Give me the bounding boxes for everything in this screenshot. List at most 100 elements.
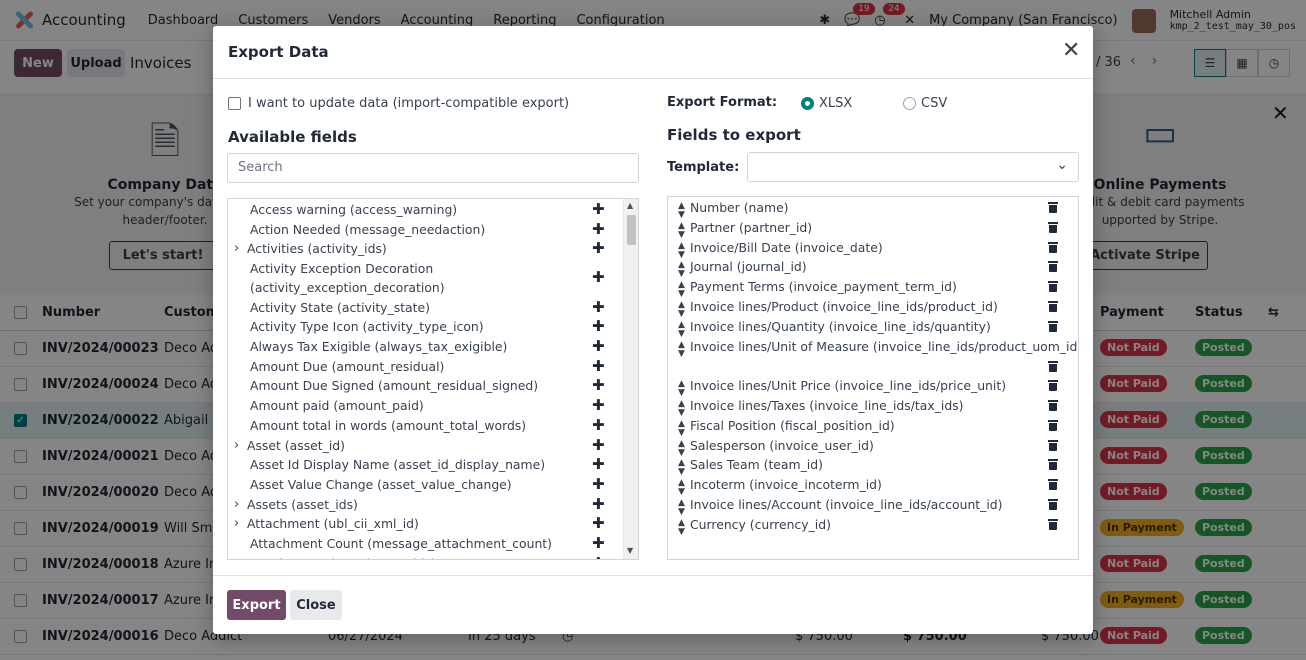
search-input[interactable]: Search bbox=[227, 153, 639, 183]
add-field-icon[interactable]: ✚ bbox=[592, 396, 605, 415]
trash-icon[interactable] bbox=[1048, 260, 1058, 273]
field-label: Amount Due Signed (amount_residual_signe… bbox=[250, 378, 539, 394]
trash-icon[interactable] bbox=[1048, 379, 1058, 392]
trash-icon[interactable] bbox=[1048, 360, 1058, 372]
export-field-label: Currency (currency_id) bbox=[690, 516, 831, 532]
fields-to-export-list: ▲ ▼ Number (name) ▲ ▼ Partner (partner_id) ▲ ▼ I… bbox=[667, 196, 1079, 560]
export-field-label: Partner (partner_id) bbox=[690, 219, 813, 235]
trash-icon[interactable] bbox=[1048, 498, 1058, 510]
close-button[interactable]: Close bbox=[290, 590, 342, 620]
import-compatible-checkbox[interactable] bbox=[228, 97, 241, 110]
import-compatible-label: I want to update data (import-compatible… bbox=[248, 96, 570, 111]
field-label-line-2: (activity_exception_decoration) bbox=[250, 280, 445, 296]
fields-to-export-title: Fields to export bbox=[667, 126, 801, 144]
field-label: Access warning (access_warning) bbox=[250, 202, 458, 217]
chevron-right-icon[interactable]: › bbox=[234, 514, 239, 533]
scrollbar-thumb[interactable] bbox=[627, 215, 636, 245]
export-field-label: Invoice lines/Quantity (invoice_line_ids… bbox=[690, 318, 991, 334]
trash-icon[interactable] bbox=[1048, 201, 1058, 213]
export-format-label: Export Format: bbox=[667, 95, 778, 110]
trash-icon[interactable] bbox=[1048, 458, 1058, 471]
add-field-icon[interactable]: ✚ bbox=[592, 200, 605, 219]
field-label: Amount total in words (amount_total_word… bbox=[250, 417, 527, 433]
export-field-label: Invoice lines/Taxes (invoice_line_ids/ta… bbox=[690, 398, 964, 413]
sort-handle-icon[interactable]: ▲ ▼ bbox=[678, 221, 685, 240]
field-label: Activity Type Icon (activity_type_icon) bbox=[250, 319, 484, 335]
trash-icon[interactable] bbox=[1048, 478, 1058, 491]
sort-handle-icon[interactable]: ▲ ▼ bbox=[678, 340, 685, 359]
sort-handle-icon[interactable]: ▲ ▼ bbox=[678, 241, 685, 260]
trash-icon[interactable] bbox=[1048, 320, 1058, 332]
export-field-label: Journal (journal_id) bbox=[690, 259, 807, 275]
scroll-up-icon[interactable]: ▲ bbox=[627, 201, 633, 210]
radio-unselected-icon[interactable] bbox=[903, 97, 916, 110]
chevron-down-icon: ⌄ bbox=[1056, 157, 1068, 173]
format-csv-radio[interactable]: CSV bbox=[903, 96, 947, 111]
add-field-icon[interactable]: ✚ bbox=[592, 554, 605, 559]
add-field-icon[interactable]: ✚ bbox=[592, 376, 605, 395]
sort-handle-icon[interactable]: ▲ ▼ bbox=[678, 320, 685, 339]
scroll-down-icon[interactable]: ▼ bbox=[627, 546, 633, 555]
template-select[interactable]: ⌄ bbox=[747, 152, 1079, 182]
chevron-right-icon[interactable]: › bbox=[234, 436, 239, 455]
sort-handle-icon[interactable]: ▲ ▼ bbox=[678, 281, 685, 299]
chevron-right-icon[interactable]: › bbox=[234, 239, 239, 258]
add-field-icon[interactable]: ✚ bbox=[592, 317, 605, 336]
add-field-icon[interactable]: ✚ bbox=[592, 455, 605, 474]
sort-handle-icon[interactable]: ▲ ▼ bbox=[678, 380, 685, 398]
add-field-icon[interactable]: ✚ bbox=[592, 534, 605, 553]
field-label: Asset Value Change (asset_value_change) bbox=[250, 476, 512, 492]
field-label: Amount paid (amount_paid) bbox=[250, 398, 424, 414]
sort-handle-icon[interactable]: ▲ ▼ bbox=[678, 419, 685, 438]
format-xlsx-radio[interactable]: XLSX bbox=[801, 96, 852, 111]
add-field-icon[interactable]: ✚ bbox=[592, 436, 605, 455]
add-field-icon[interactable]: ✚ bbox=[592, 475, 605, 494]
chevron-right-icon[interactable]: › bbox=[234, 554, 239, 559]
scrollbar[interactable]: ▲ ▼ bbox=[623, 199, 638, 559]
trash-icon[interactable] bbox=[1048, 221, 1058, 233]
close-icon[interactable]: ✕ bbox=[1062, 40, 1080, 62]
available-fields-title: Available fields bbox=[228, 128, 357, 146]
export-field-label: Salesperson (invoice_user_id) bbox=[690, 437, 874, 453]
export-button[interactable]: Export bbox=[227, 590, 286, 620]
trash-icon[interactable] bbox=[1048, 399, 1058, 411]
add-field-icon[interactable]: ✚ bbox=[592, 239, 605, 258]
import-compatible-toggle[interactable]: I want to update data (import-compatible… bbox=[228, 96, 569, 111]
field-label: Attachment Count (message_attachment_cou… bbox=[250, 536, 552, 551]
add-field-icon[interactable]: ✚ bbox=[592, 357, 605, 376]
trash-icon[interactable] bbox=[1048, 241, 1058, 253]
dialog-header: Export Data ✕ bbox=[213, 26, 1093, 79]
sort-handle-icon[interactable]: ▲ ▼ bbox=[678, 479, 685, 497]
add-field-icon[interactable]: ✚ bbox=[592, 220, 605, 239]
sort-handle-icon[interactable]: ▲ ▼ bbox=[678, 459, 685, 477]
field-label: Activity State (activity_state) bbox=[250, 299, 430, 315]
sort-handle-icon[interactable]: ▲ ▼ bbox=[678, 439, 685, 458]
radio-selected-icon[interactable] bbox=[801, 97, 814, 110]
field-label: Action Needed (message_needaction) bbox=[250, 221, 486, 237]
add-field-icon[interactable]: ✚ bbox=[592, 514, 605, 533]
export-field-label: Invoice/Bill Date (invoice_date) bbox=[690, 239, 883, 255]
sort-handle-icon[interactable]: ▲ ▼ bbox=[678, 202, 685, 220]
trash-icon[interactable] bbox=[1048, 419, 1058, 431]
sort-handle-icon[interactable]: ▲ ▼ bbox=[678, 499, 685, 517]
trash-icon[interactable] bbox=[1048, 300, 1058, 312]
chevron-right-icon[interactable]: › bbox=[234, 495, 239, 514]
trash-icon[interactable] bbox=[1048, 518, 1058, 530]
trash-icon[interactable] bbox=[1048, 280, 1058, 293]
sort-handle-icon[interactable]: ▲ ▼ bbox=[678, 400, 685, 418]
add-field-icon[interactable]: ✚ bbox=[592, 495, 605, 514]
sort-handle-icon[interactable]: ▲ ▼ bbox=[678, 301, 685, 319]
add-field-icon[interactable]: ✚ bbox=[592, 298, 605, 317]
sort-handle-icon[interactable]: ▲ ▼ bbox=[678, 518, 685, 537]
export-field-label: Invoice lines/Account (invoice_line_ids/… bbox=[690, 497, 1003, 512]
export-field-label: Invoice lines/Unit of Measure (invoice_l… bbox=[690, 338, 1079, 354]
add-field-icon[interactable]: ✚ bbox=[592, 416, 605, 435]
add-field-icon[interactable]: ✚ bbox=[592, 337, 605, 356]
field-label: Activities (activity_ids) bbox=[247, 241, 387, 257]
trash-icon[interactable] bbox=[1048, 439, 1058, 451]
sort-handle-icon[interactable]: ▲ ▼ bbox=[678, 261, 685, 279]
add-field-icon[interactable]: ✚ bbox=[592, 268, 605, 287]
export-field-label: Fiscal Position (fiscal_position_id) bbox=[690, 417, 895, 433]
export-field-label: Incoterm (invoice_incoterm_id) bbox=[690, 477, 882, 493]
format-xlsx-label: XLSX bbox=[819, 96, 853, 111]
